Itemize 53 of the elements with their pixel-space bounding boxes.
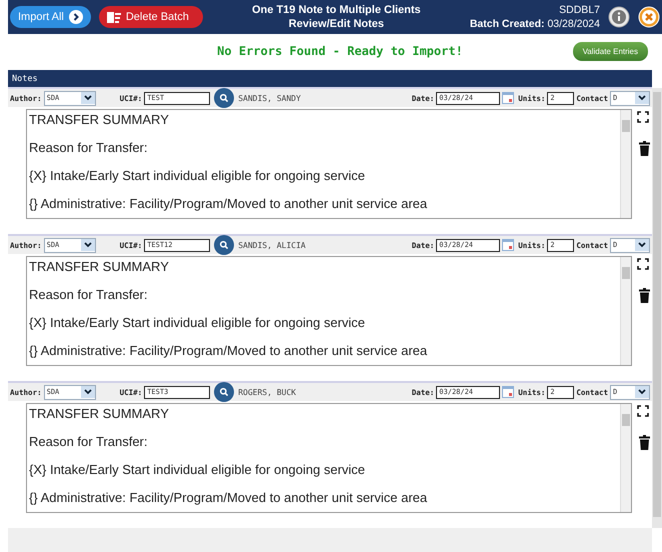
caret-icon [635, 386, 649, 398]
note-text-line: {X} Intake/Early Start individual eligible for ongoing service [29, 168, 366, 183]
note-text-line: TRANSFER SUMMARY [29, 259, 170, 274]
trash-list-icon [106, 11, 121, 23]
delete-batch-button[interactable]: Delete Batch [98, 6, 203, 28]
calendar-icon[interactable] [502, 92, 514, 104]
status-message: No Errors Found - Ready to Import! [217, 44, 463, 58]
search-icon[interactable] [214, 382, 234, 402]
note-text-line: TRANSFER SUMMARY [29, 112, 170, 127]
batch-created-date: 03/28/2024 [547, 18, 600, 30]
expand-icon[interactable] [637, 258, 649, 270]
batch-id: SDDBL7 [558, 3, 600, 17]
info-icon[interactable] [608, 6, 630, 28]
chevron-right-icon [68, 10, 83, 24]
client-name: SANDIS, SANDY [238, 94, 302, 102]
note-text-line: {} Administrative: Facility/Program/Moved to another unit service area [29, 490, 428, 505]
note-text-area[interactable]: TRANSFER SUMMARY Reason for Transfer: {X} Intake/Early Start individual eligible for ongoing service {} Administrative: Facility/Program/Moved to another unit service area [26, 403, 632, 513]
note-text-line: TRANSFER SUMMARY [29, 406, 170, 421]
search-icon[interactable] [214, 235, 234, 255]
note-text-line: Reason for Transfer: [29, 140, 148, 155]
client-name: SANDIS, ALICIA [238, 240, 307, 250]
trash-icon[interactable] [638, 288, 650, 303]
caret-icon [80, 92, 95, 104]
client-name: ROGERS, BUCK [238, 388, 297, 396]
note-text-line: {} Administrative: Facility/Program/Moved to another unit service area [29, 343, 428, 358]
caret-icon [80, 239, 95, 251]
window-title: Review/Edit Notes [288, 17, 386, 31]
section-title: Notes [12, 74, 38, 84]
note-text-line: {} Administrative: Facility/Program/Moved to another unit service area [29, 196, 428, 211]
note-text-line: {X} Intake/Early Start individual eligible for ongoing service [29, 315, 366, 330]
calendar-icon[interactable] [502, 386, 514, 398]
page-scrollbar[interactable] [652, 88, 662, 528]
window-title: One T19 Note to Multiple Clients [251, 3, 422, 17]
trash-icon[interactable] [638, 435, 650, 450]
caret-icon [635, 92, 649, 104]
note-text-line: {X} Intake/Early Start individual eligible for ongoing service [29, 462, 366, 477]
validate-entries-button[interactable]: Validate Entries [572, 42, 648, 61]
text-area-scrollbar[interactable] [620, 404, 631, 512]
note-text-line: Reason for Transfer: [29, 287, 148, 302]
calendar-icon[interactable] [502, 239, 514, 251]
trash-icon[interactable] [638, 141, 650, 156]
caret-icon [80, 386, 95, 398]
note-text-area[interactable]: TRANSFER SUMMARY Reason for Transfer: {X} Intake/Early Start individual eligible for ongoing service {} Administrative: Facility/Program/Moved to another unit service area [26, 256, 632, 366]
batch-created-label: Batch Created: [470, 18, 545, 30]
search-icon[interactable] [214, 88, 234, 108]
note-text-area[interactable]: TRANSFER SUMMARY Reason for Transfer: {X} Intake/Early Start individual eligible for ongoing service {} Administrative: Facility/Program/Moved to another unit service area [26, 109, 632, 219]
text-area-scrollbar[interactable] [620, 110, 631, 218]
caret-icon [635, 239, 649, 251]
close-icon[interactable] [638, 6, 660, 28]
text-area-scrollbar[interactable] [620, 257, 631, 365]
note-text-line: Reason for Transfer: [29, 434, 148, 449]
expand-icon[interactable] [637, 111, 649, 123]
expand-icon[interactable] [637, 405, 649, 417]
